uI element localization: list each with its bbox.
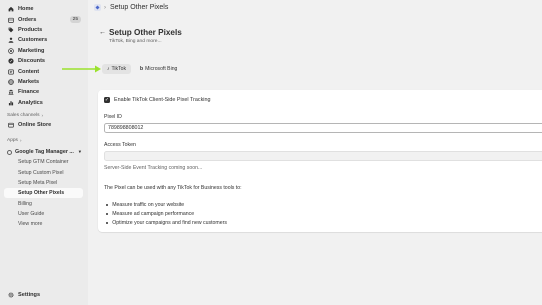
tag-icon: [7, 26, 14, 33]
sidebar-item-label: Marketing: [18, 47, 45, 54]
sales-channels-label[interactable]: Sales channels ›: [4, 112, 84, 120]
person-icon: [7, 37, 14, 44]
sidebar-sub-setup-gtm-container[interactable]: Setup GTM Container: [4, 157, 84, 167]
sidebar-item-finance[interactable]: Finance: [4, 87, 84, 97]
bing-icon: b: [140, 66, 144, 72]
sidebar-sub-setup-other-pixels[interactable]: Setup Other Pixels: [4, 188, 83, 199]
home-icon: [7, 6, 14, 13]
sidebar-item-label: Customers: [18, 37, 48, 44]
sidebar-item-label: Online Store: [18, 122, 52, 129]
content-icon: [7, 68, 14, 75]
pixel-settings-card: ✓ Enable TikTok Client-Side Pixel Tracki…: [98, 90, 542, 232]
sidebar-sub-user-guide[interactable]: User Guide: [4, 209, 84, 219]
tab-microsoft-bing[interactable]: b Microsoft Bing: [135, 64, 182, 74]
sidebar: Home Orders 25 Products Customers Market…: [0, 0, 88, 305]
pixel-description: The Pixel can be used with any TikTok fo…: [104, 185, 242, 191]
enable-tracking-label: Enable TikTok Client-Side Pixel Tracking: [114, 97, 211, 103]
enable-tracking-checkbox[interactable]: ✓: [104, 97, 110, 103]
tab-tiktok[interactable]: ♪ TikTok: [102, 64, 132, 74]
sidebar-item-settings[interactable]: Settings: [4, 290, 43, 300]
app-name: Google Tag Manager ...: [15, 149, 74, 156]
gear-icon: [7, 292, 14, 299]
globe-icon: [7, 78, 14, 85]
pixel-id-label: Pixel ID: [104, 114, 122, 120]
store-icon: [7, 122, 14, 129]
sidebar-item-home[interactable]: Home: [4, 4, 84, 14]
pixel-tabs: ♪ TikTok b Microsoft Bing: [102, 64, 186, 74]
separator: ›: [104, 4, 106, 11]
orders-count-badge: 25: [69, 16, 81, 24]
list-item: Measure ad campaign performance: [106, 209, 227, 218]
app-title: Setup Other Pixels: [110, 4, 169, 11]
server-side-note: Server-Side Event Tracking coming soon..…: [104, 165, 203, 171]
bullet-icon: [106, 222, 109, 225]
app-title-bar: › Setup Other Pixels: [94, 4, 168, 11]
sidebar-item-markets[interactable]: Markets: [4, 77, 84, 87]
sidebar-sub-view-more[interactable]: View more: [4, 219, 84, 229]
list-item: Measure traffic on your website: [106, 200, 227, 209]
main-content: › Setup Other Pixels ← Setup Other Pixel…: [88, 0, 542, 305]
sidebar-item-label: Analytics: [18, 99, 43, 106]
chart-icon: [7, 99, 14, 106]
page-title: Setup Other Pixels: [109, 28, 182, 37]
bullet-icon: [106, 203, 109, 206]
feature-list: Measure traffic on your website Measure …: [106, 200, 227, 228]
annotation-arrow-icon: [62, 65, 101, 73]
target-icon: [7, 47, 14, 54]
list-item: Optimize your campaigns and find new cus…: [106, 219, 227, 228]
app-icon: [7, 149, 12, 155]
sidebar-item-label: Products: [18, 26, 43, 33]
sidebar-item-online-store[interactable]: Online Store: [4, 120, 84, 130]
sidebar-item-label: Orders: [18, 16, 37, 23]
sidebar-sub-billing[interactable]: Billing: [4, 198, 84, 208]
sidebar-item-label: Content: [18, 68, 40, 75]
sidebar-sub-setup-meta-pixel[interactable]: Setup Meta Pixel: [4, 178, 84, 188]
orders-icon: [7, 16, 14, 23]
apps-label[interactable]: Apps ›: [4, 136, 84, 144]
caret-down-icon[interactable]: ▾: [79, 149, 81, 155]
enable-tracking-row[interactable]: ✓ Enable TikTok Client-Side Pixel Tracki…: [104, 97, 210, 103]
sidebar-item-label: Discounts: [18, 58, 46, 65]
chevron-right-icon: ›: [41, 113, 44, 119]
sidebar-item-analytics[interactable]: Analytics: [4, 98, 84, 108]
page-subtitle: TikTok, Bing and more...: [109, 39, 162, 44]
chevron-right-icon: ›: [19, 137, 22, 143]
sidebar-item-orders[interactable]: Orders 25: [4, 14, 84, 24]
back-arrow-icon[interactable]: ←: [99, 29, 106, 36]
tiktok-icon: ♪: [107, 66, 110, 72]
access-token-label: Access Token: [104, 142, 136, 148]
sidebar-item-label: Home: [18, 6, 34, 13]
settings-label: Settings: [18, 292, 41, 298]
sidebar-item-label: Markets: [18, 78, 40, 85]
pixel-id-field[interactable]: 789898808012: [104, 123, 542, 133]
bullet-icon: [106, 212, 109, 216]
discount-icon: [7, 58, 14, 65]
sidebar-item-customers[interactable]: Customers: [4, 35, 84, 45]
sidebar-sub-setup-custom-pixel[interactable]: Setup Custom Pixel: [4, 168, 84, 178]
bank-icon: [7, 89, 14, 96]
access-token-field[interactable]: [104, 151, 542, 161]
sidebar-item-marketing[interactable]: Marketing: [4, 46, 84, 56]
sidebar-item-label: Finance: [18, 89, 40, 96]
sidebar-item-products[interactable]: Products: [4, 25, 84, 35]
app-google-tag-manager[interactable]: Google Tag Manager ... ▾: [4, 147, 84, 157]
app-logo-icon: [94, 4, 101, 11]
